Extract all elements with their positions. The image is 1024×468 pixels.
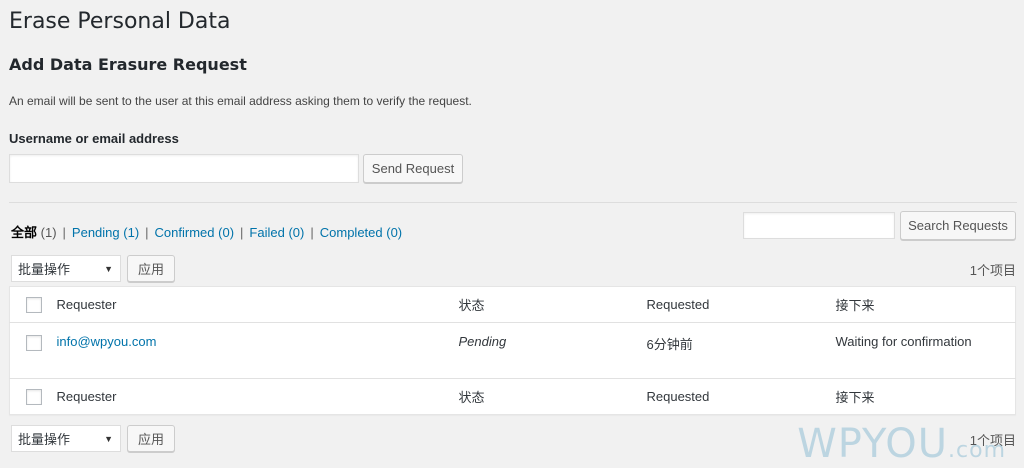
requester-email-link[interactable]: info@wpyou.com	[57, 334, 157, 349]
section-title: Add Data Erasure Request	[9, 55, 247, 74]
filter-confirmed[interactable]: Confirmed (0)	[155, 225, 234, 241]
table-footer-row: Requester 状态 Requested 接下来	[9, 378, 1016, 415]
column-next-steps-footer: 接下来	[835, 390, 875, 405]
column-requested[interactable]: Requested	[647, 287, 836, 323]
table-row: info@wpyou.com Pending 6分钟前 Waiting for …	[10, 323, 1016, 379]
request-time: 6分钟前	[646, 337, 693, 352]
filter-separator: |	[240, 225, 244, 240]
row-checkbox[interactable]	[26, 334, 42, 351]
chevron-down-icon: ▼	[104, 263, 113, 274]
request-status: Pending	[458, 334, 507, 349]
select-all-checkbox[interactable]	[26, 296, 42, 313]
request-next-steps: Waiting for confirmation	[835, 334, 972, 349]
form-description: An email will be sent to the user at thi…	[9, 94, 472, 108]
search-requests-input[interactable]	[743, 212, 895, 239]
username-email-input[interactable]	[9, 154, 359, 183]
filter-pending[interactable]: Pending (1)	[72, 225, 139, 241]
select-all-checkbox-footer[interactable]	[26, 388, 42, 405]
column-requested-footer[interactable]: Requested	[647, 379, 836, 415]
items-count: 1个项目	[969, 263, 1016, 278]
requests-table: Requester 状态 Requested 接下来 info@wpyou.co…	[9, 286, 1016, 415]
search-requests-button[interactable]: Search Requests	[900, 211, 1016, 240]
username-email-label: Username or email address	[9, 131, 179, 146]
filter-all[interactable]: 全部 (1)	[11, 225, 57, 241]
chevron-down-icon: ▼	[104, 433, 113, 444]
column-requester-footer[interactable]: Requester	[57, 379, 459, 415]
send-request-button[interactable]: Send Request	[363, 154, 463, 183]
filter-separator: |	[145, 225, 149, 240]
bulk-action-select-bottom[interactable]: 批量操作 ▼	[11, 425, 121, 452]
column-status-footer: 状态	[458, 390, 485, 405]
filter-completed[interactable]: Completed (0)	[320, 225, 402, 241]
column-next-steps: 接下来	[835, 298, 875, 313]
items-count-bottom: 1个项目	[969, 433, 1016, 448]
section-divider	[9, 202, 1017, 203]
bulk-action-select[interactable]: 批量操作 ▼	[11, 255, 121, 282]
filter-failed[interactable]: Failed (0)	[249, 225, 304, 241]
apply-button-bottom[interactable]: 应用	[127, 425, 175, 452]
page-title: Erase Personal Data	[9, 9, 231, 34]
column-status: 状态	[458, 298, 485, 313]
filter-separator: |	[62, 225, 66, 240]
status-filter-links: 全部 (1) | Pending (1) | Confirmed (0) | F…	[11, 225, 402, 241]
filter-separator: |	[310, 225, 314, 240]
apply-button[interactable]: 应用	[127, 255, 175, 282]
table-header-row: Requester 状态 Requested 接下来	[9, 287, 1016, 323]
column-requester[interactable]: Requester	[57, 287, 459, 323]
